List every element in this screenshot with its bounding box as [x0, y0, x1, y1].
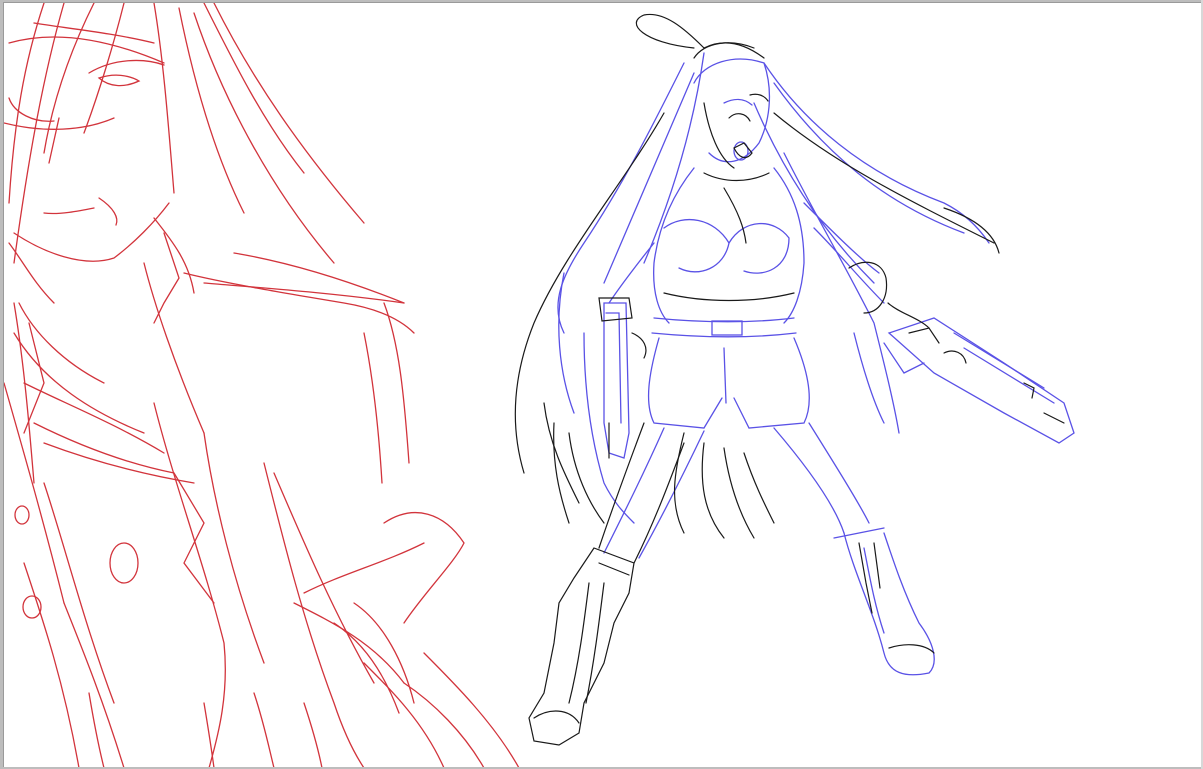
blue-sketch-layer	[557, 52, 1075, 676]
red-sketch-layer	[4, 3, 520, 767]
black-lineart-layer	[514, 13, 1065, 746]
drawing-canvas[interactable]	[3, 2, 1201, 767]
paint-app-window	[0, 0, 1203, 769]
canvas-artwork	[4, 3, 1075, 767]
